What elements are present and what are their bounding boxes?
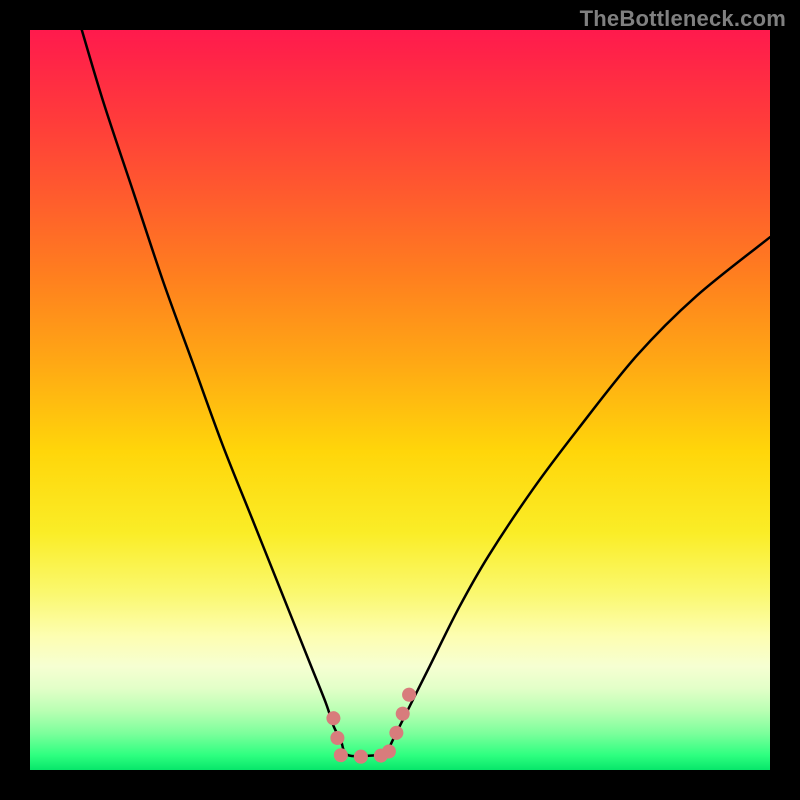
watermark-label: TheBottleneck.com (580, 6, 786, 32)
valley-handles (333, 689, 411, 757)
chart-container: TheBottleneck.com (0, 0, 800, 800)
valley-handles-floor (341, 755, 385, 756)
valley-handles-left (333, 718, 340, 751)
plot-area (30, 30, 770, 770)
bottleneck-curve (82, 30, 770, 756)
chart-svg (30, 30, 770, 770)
